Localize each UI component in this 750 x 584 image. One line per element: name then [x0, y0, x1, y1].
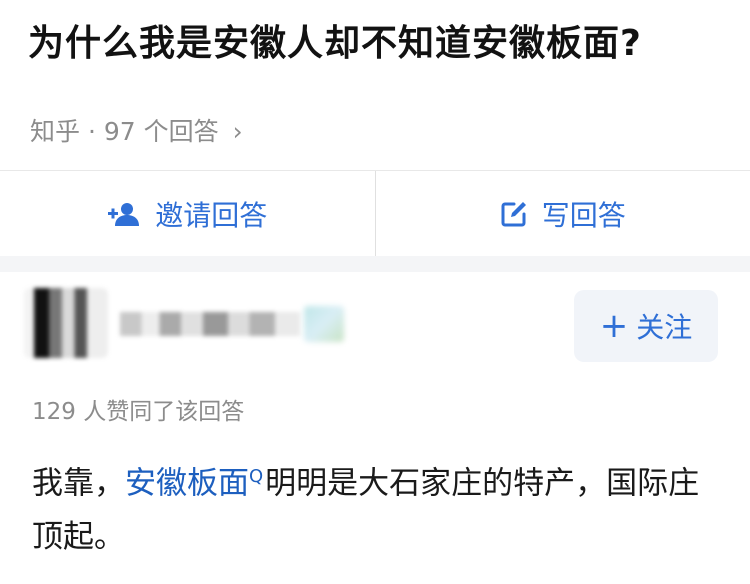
answer-content: 我靠，安徽板面Q明明是大石家庄的特产，国际庄顶起。 — [32, 450, 722, 564]
write-answer-label: 写回答 — [541, 199, 626, 232]
search-icon: Q — [249, 466, 264, 487]
vote-count: 129 人赞同了该回答 — [32, 399, 245, 425]
add-user-icon — [107, 201, 141, 227]
search-link[interactable]: 安徽板面 — [125, 465, 249, 501]
author-name-blurred[interactable] — [120, 312, 300, 336]
invite-answer-label: 邀请回答 — [155, 199, 268, 232]
question-title: 为什么我是安徽人却不知道安徽板面? — [28, 23, 642, 64]
edit-icon — [500, 200, 528, 228]
write-answer-button[interactable]: 写回答 — [374, 171, 750, 257]
meta-separator: · — [87, 117, 96, 146]
follow-button[interactable]: + 关注 — [574, 290, 718, 362]
question-meta[interactable]: 知乎 · 97 个回答 › — [30, 112, 243, 148]
plus-icon: + — [599, 306, 629, 346]
chevron-right-icon: › — [232, 117, 243, 146]
answer-count: 97 个回答 — [103, 117, 219, 146]
section-divider — [0, 256, 750, 272]
avatar[interactable] — [24, 288, 108, 358]
source-label: 知乎 — [30, 117, 81, 146]
invite-answer-button[interactable]: 邀请回答 — [0, 171, 375, 257]
question-actions: 邀请回答 写回答 — [0, 170, 750, 257]
answer-text-start: 我靠， — [32, 465, 125, 502]
follow-label: 关注 — [636, 311, 693, 344]
author-badge-icon — [304, 306, 344, 342]
